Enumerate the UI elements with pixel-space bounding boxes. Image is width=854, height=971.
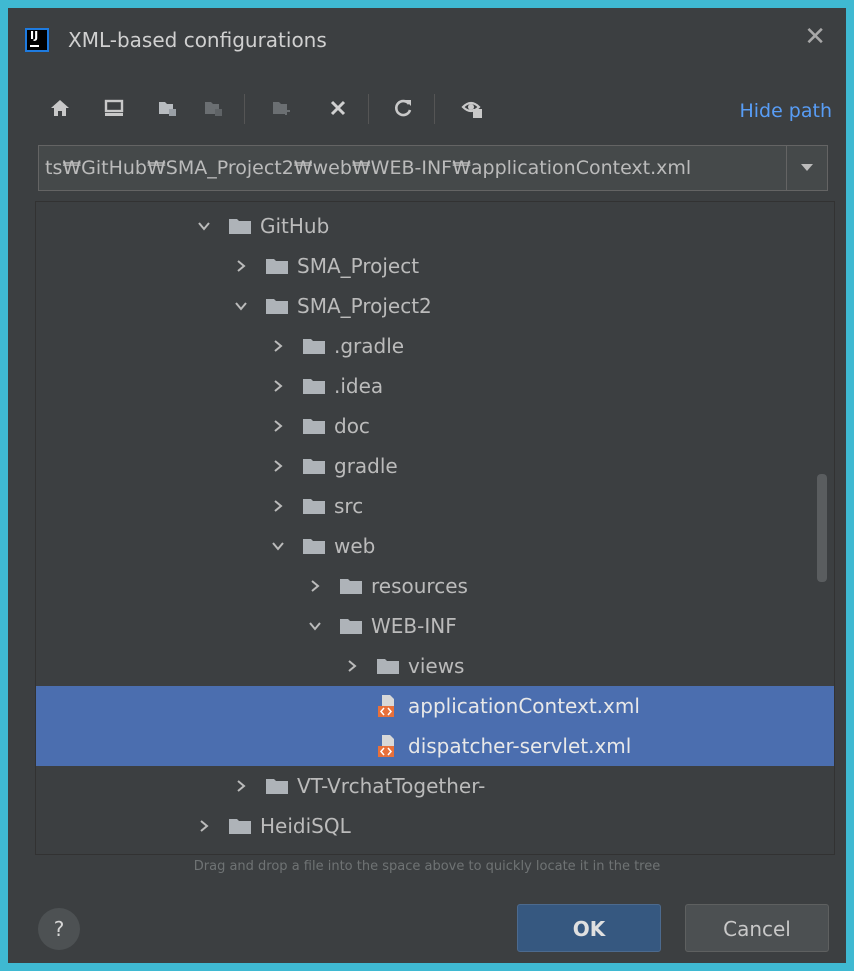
folder-icon bbox=[228, 817, 252, 835]
tree-item-label: JSP bbox=[260, 846, 291, 854]
file-chooser-toolbar bbox=[8, 90, 846, 140]
cancel-button[interactable]: Cancel bbox=[685, 904, 829, 952]
tree-folder-row[interactable]: .idea bbox=[36, 366, 834, 406]
intellij-app-icon: IJ bbox=[25, 28, 49, 52]
toolbar-separator bbox=[244, 94, 245, 124]
folder-icon bbox=[376, 657, 400, 675]
show-hidden-files-icon[interactable] bbox=[454, 90, 490, 126]
chevron-right-icon[interactable] bbox=[233, 256, 249, 276]
tree-item-label: .gradle bbox=[334, 334, 405, 358]
toolbar-separator bbox=[368, 94, 369, 124]
tree-scrollbar[interactable] bbox=[817, 474, 827, 582]
chevron-right-icon[interactable] bbox=[196, 816, 212, 836]
project-folder-icon[interactable] bbox=[150, 90, 186, 126]
path-field[interactable]: ts₩GitHub₩SMA_Project2₩web₩WEB-INF₩appli… bbox=[45, 146, 775, 190]
tree-item-label: src bbox=[334, 494, 364, 518]
chevron-right-icon[interactable] bbox=[344, 656, 360, 676]
folder-icon bbox=[265, 257, 289, 275]
tree-file-row[interactable]: applicationContext.xml bbox=[36, 686, 834, 726]
tree-item-label: doc bbox=[334, 414, 370, 438]
path-dropdown-button[interactable] bbox=[786, 146, 827, 190]
tree-folder-row[interactable]: gradle bbox=[36, 446, 834, 486]
tree-item-label: VT-VrchatTogether- bbox=[297, 774, 486, 798]
chevron-right-icon[interactable] bbox=[270, 376, 286, 396]
folder-icon bbox=[265, 777, 289, 795]
tree-item-label: SMA_Project2 bbox=[297, 294, 432, 318]
chevron-right-icon[interactable] bbox=[233, 776, 249, 796]
hide-path-link[interactable]: Hide path bbox=[739, 100, 832, 122]
tree-item-label: web bbox=[334, 534, 376, 558]
tree-folder-row[interactable]: resources bbox=[36, 566, 834, 606]
chevron-down-icon[interactable] bbox=[270, 536, 286, 556]
tree-folder-row[interactable]: web bbox=[36, 526, 834, 566]
folder-icon bbox=[302, 417, 326, 435]
xml-file-icon bbox=[376, 694, 400, 718]
tree-file-row[interactable]: dispatcher-servlet.xml bbox=[36, 726, 834, 766]
delete-icon[interactable] bbox=[320, 90, 356, 126]
tree-folder-row[interactable]: SMA_Project bbox=[36, 246, 834, 286]
chevron-right-icon[interactable] bbox=[307, 576, 323, 596]
folder-icon bbox=[302, 377, 326, 395]
refresh-icon[interactable] bbox=[385, 90, 421, 126]
chevron-right-icon[interactable] bbox=[270, 496, 286, 516]
chevron-down-icon[interactable] bbox=[233, 296, 249, 316]
chevron-down-icon[interactable] bbox=[307, 616, 323, 636]
xml-configurations-dialog: IJ XML-based configurations ✕ Hide path … bbox=[8, 8, 846, 963]
tree-folder-row[interactable]: GitHub bbox=[36, 206, 834, 246]
dialog-title: XML-based configurations bbox=[68, 28, 327, 52]
path-combobox[interactable]: ts₩GitHub₩SMA_Project2₩web₩WEB-INF₩appli… bbox=[38, 145, 828, 191]
tree-item-label: HeidiSQL bbox=[260, 814, 351, 838]
folder-icon bbox=[339, 577, 363, 595]
tree-item-label: WEB-INF bbox=[371, 614, 457, 638]
file-tree[interactable]: GitHub SMA_Project SMA_Project2 .gradle .ide… bbox=[35, 201, 835, 855]
tree-folder-row[interactable]: VT-VrchatTogether- bbox=[36, 766, 834, 806]
tree-item-label: SMA_Project bbox=[297, 254, 420, 278]
tree-folder-row[interactable]: views bbox=[36, 646, 834, 686]
drag-drop-hint: Drag and drop a file into the space abov… bbox=[193, 859, 661, 874]
tree-item-label: views bbox=[408, 654, 465, 678]
tree-folder-row[interactable]: src bbox=[36, 486, 834, 526]
xml-file-icon bbox=[376, 734, 400, 758]
toolbar-separator bbox=[434, 94, 435, 124]
folder-icon bbox=[265, 297, 289, 315]
tree-item-label: applicationContext.xml bbox=[408, 694, 640, 718]
close-icon[interactable]: ✕ bbox=[804, 22, 826, 52]
folder-icon bbox=[302, 537, 326, 555]
folder-icon bbox=[302, 497, 326, 515]
folder-icon bbox=[302, 457, 326, 475]
home-icon[interactable] bbox=[42, 90, 78, 126]
chevron-right-icon[interactable] bbox=[270, 336, 286, 356]
tree-folder-row[interactable]: doc bbox=[36, 406, 834, 446]
chevron-right-icon[interactable] bbox=[270, 456, 286, 476]
folder-icon bbox=[228, 217, 252, 235]
chevron-right-icon[interactable] bbox=[270, 416, 286, 436]
tree-item-label: dispatcher-servlet.xml bbox=[408, 734, 632, 758]
module-folder-icon bbox=[196, 90, 232, 126]
tree-folder-row[interactable]: SMA_Project2 bbox=[36, 286, 834, 326]
tree-item-label: .idea bbox=[334, 374, 384, 398]
folder-icon bbox=[302, 337, 326, 355]
chevron-down-icon[interactable] bbox=[196, 216, 212, 236]
desktop-icon[interactable] bbox=[96, 90, 132, 126]
ok-button[interactable]: OK bbox=[517, 904, 661, 952]
tree-item-label: GitHub bbox=[260, 214, 330, 238]
tree-folder-row[interactable]: WEB-INF bbox=[36, 606, 834, 646]
tree-folder-row[interactable]: JSP bbox=[36, 846, 834, 854]
tree-folder-row[interactable]: HeidiSQL bbox=[36, 806, 834, 846]
title-bar: IJ XML-based configurations ✕ bbox=[8, 8, 846, 72]
new-folder-icon bbox=[264, 90, 300, 126]
chevron-down-icon bbox=[801, 164, 813, 171]
help-button[interactable]: ? bbox=[38, 908, 80, 950]
tree-folder-row[interactable]: .gradle bbox=[36, 326, 834, 366]
folder-icon bbox=[339, 617, 363, 635]
tree-item-label: gradle bbox=[334, 454, 398, 478]
tree-item-label: resources bbox=[371, 574, 468, 598]
